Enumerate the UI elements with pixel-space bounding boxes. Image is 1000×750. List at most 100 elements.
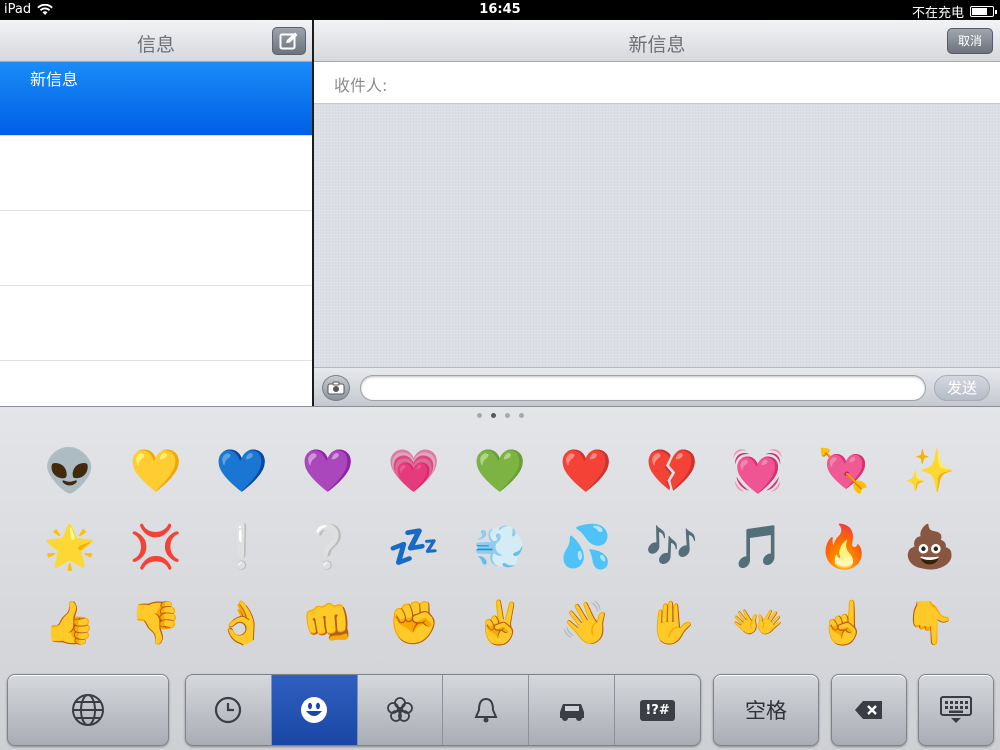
list-title: 信息 [136,34,175,56]
emoji-key[interactable]: 👎 [113,585,199,661]
emoji-glyph: 👎 [129,598,183,647]
emoji-key[interactable]: ❕ [199,509,285,585]
emoji-glyph: 💙 [215,446,269,495]
emoji-key[interactable]: 💨 [457,509,543,585]
new-message-pane: 新信息 取消 收件人: 发送 [314,20,1000,406]
emoji-glyph: 💚 [473,446,527,495]
battery-label: 不在充电 [911,6,964,21]
globe-key[interactable] [7,674,169,746]
emoji-glyph: ❔ [301,522,355,571]
emoji-key[interactable]: 💛 [113,433,199,509]
emoji-key[interactable]: 👇 [887,585,973,661]
emoji-key[interactable]: 🔥 [801,509,887,585]
emoji-glyph: 💤 [387,522,441,571]
emoji-glyph: 💩 [903,522,957,571]
category-people[interactable] [271,675,358,745]
emoji-grid: 👽 💛 💙 💜 💗 💚 ❤️ 💔 💓 💘 ✨ 🌟 💢 ❕ ❔ 💤 💨 💦 🎶 🎵 🔥 💩 👍 👎 👌 👊 ✊ ✌️ 👋 ✋ 👐 ☝️ 👇 [27,433,973,661]
emoji-key[interactable]: 👐 [715,585,801,661]
emoji-key[interactable]: 💘 [801,433,887,509]
list-item[interactable] [0,211,312,286]
emoji-glyph: 👽 [43,446,97,495]
emoji-key[interactable]: ✊ [371,585,457,661]
emoji-key[interactable]: ✨ [887,433,973,509]
emoji-glyph: 💛 [129,446,183,495]
battery-icon [970,6,997,17]
emoji-key[interactable]: 👽 [27,433,113,509]
emoji-glyph: 🎶 [645,522,699,571]
cancel-button[interactable]: 取消 [946,28,993,54]
emoji-key[interactable]: 💩 [887,509,973,585]
emoji-glyph: 🎵 [731,522,785,571]
space-key[interactable]: 空格 [713,674,819,746]
recipient-field[interactable]: 收件人: [314,62,1000,104]
list-item[interactable] [0,361,312,406]
message-text-input[interactable] [360,375,926,401]
emoji-glyph: 💘 [817,446,871,495]
emoji-key[interactable]: ☝️ [801,585,887,661]
emoji-glyph: 🔥 [817,522,871,571]
emoji-key[interactable]: ❤️ [543,433,629,509]
emoji-key[interactable]: 💢 [113,509,199,585]
emoji-key[interactable]: 💚 [457,433,543,509]
camera-button[interactable] [322,375,350,401]
compose-button[interactable] [272,27,306,55]
emoji-glyph: 👊 [301,598,355,647]
message-input-bar: 发送 [314,367,1000,406]
emoji-key[interactable]: 💓 [715,433,801,509]
clock-icon [215,696,242,724]
battery-status: 不在充电 [911,2,997,21]
bell-icon [474,697,498,723]
emoji-key[interactable]: 💦 [543,509,629,585]
category-places[interactable] [529,675,616,745]
delete-icon [855,701,882,719]
emoji-glyph: ✌️ [473,598,527,647]
emoji-key[interactable]: 💔 [629,433,715,509]
emoji-key[interactable]: 👋 [543,585,629,661]
emoji-category-bar: !?# [185,674,701,746]
emoji-key[interactable]: 👍 [27,585,113,661]
emoji-key[interactable]: ✋ [629,585,715,661]
symbols-icon: !?# [640,699,675,721]
emoji-key[interactable]: 🌟 [27,509,113,585]
status-bar: iPad 16:45 不在充电 [0,0,1000,21]
emoji-key[interactable]: 👊 [285,585,371,661]
status-time: 16:45 [479,2,521,17]
send-button[interactable]: 发送 [934,375,990,401]
list-item[interactable] [0,286,312,361]
emoji-key[interactable]: 💗 [371,433,457,509]
emoji-key[interactable]: 💜 [285,433,371,509]
emoji-glyph: 🌟 [43,522,97,571]
category-nature[interactable] [358,675,444,745]
emoji-glyph: 💓 [731,446,785,495]
emoji-key[interactable]: 💙 [199,433,285,509]
emoji-glyph: 💦 [559,522,613,571]
list-item-new-message[interactable]: 新信息 [0,62,312,136]
keyboard-dismiss-icon [940,696,972,723]
page-dot [504,413,510,418]
emoji-key[interactable]: 🎶 [629,509,715,585]
emoji-glyph: ❤️ [559,446,613,495]
emoji-glyph: ✋ [645,598,699,647]
message-title: 新信息 [628,34,686,56]
compose-icon [279,32,298,50]
emoji-key[interactable]: 🎵 [715,509,801,585]
globe-icon [72,694,104,726]
category-recent[interactable] [186,675,272,745]
emoji-key[interactable]: 💤 [371,509,457,585]
emoji-key[interactable]: 👌 [199,585,285,661]
page-dot [518,413,524,418]
list-nav-bar: 信息 [0,20,312,62]
page-dot [490,413,496,418]
emoji-key[interactable]: ❔ [285,509,371,585]
list-item[interactable] [0,136,312,211]
emoji-key[interactable]: ✌️ [457,585,543,661]
emoji-glyph: 👍 [43,598,97,647]
page-dot [476,413,482,418]
camera-icon [327,381,345,395]
category-symbols[interactable]: !?# [615,675,700,745]
keyboard-dismiss-key[interactable] [918,674,994,746]
delete-key[interactable] [831,674,907,746]
category-objects[interactable] [443,675,530,745]
emoji-glyph: 👌 [215,598,269,647]
message-nav-bar: 新信息 取消 [314,20,1000,62]
